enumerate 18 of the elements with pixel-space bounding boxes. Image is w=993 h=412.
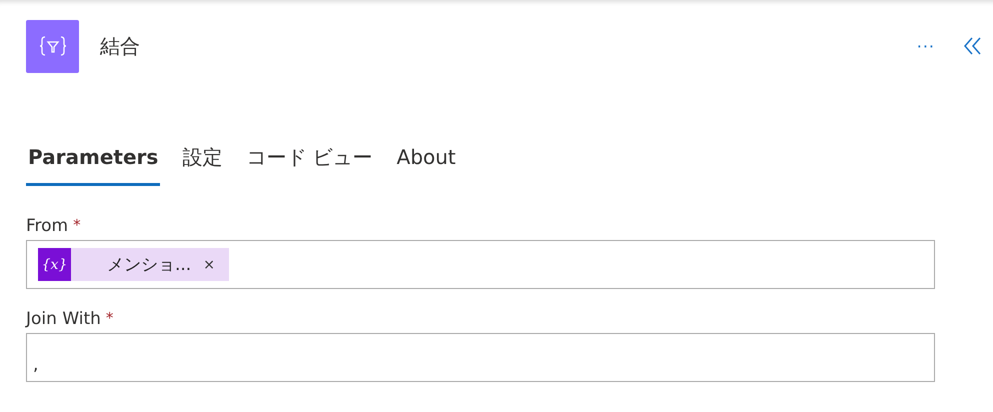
- action-title: 結合: [100, 32, 141, 60]
- remove-token-button[interactable]: ×: [203, 256, 215, 272]
- more-button[interactable]: ···: [916, 36, 935, 56]
- token-chip[interactable]: {x} メンショ... ×: [38, 248, 229, 281]
- filter-braces-icon: [38, 35, 66, 57]
- tab[interactable]: コード ビュー: [244, 138, 375, 186]
- input-field[interactable]: ,: [26, 333, 935, 382]
- token-text: メンショ...: [107, 254, 192, 276]
- tab[interactable]: About: [394, 138, 458, 186]
- field-label: Join With: [26, 309, 101, 329]
- tab[interactable]: 設定: [180, 138, 224, 186]
- required-mark: *: [73, 216, 81, 234]
- token-input-field[interactable]: {x} メンショ... ×: [26, 240, 935, 289]
- field-label: From: [26, 216, 68, 236]
- collapse-chevrons-icon[interactable]: [963, 36, 983, 56]
- required-mark: *: [106, 309, 114, 327]
- variable-icon: {x}: [38, 248, 71, 281]
- tab[interactable]: Parameters: [26, 138, 160, 186]
